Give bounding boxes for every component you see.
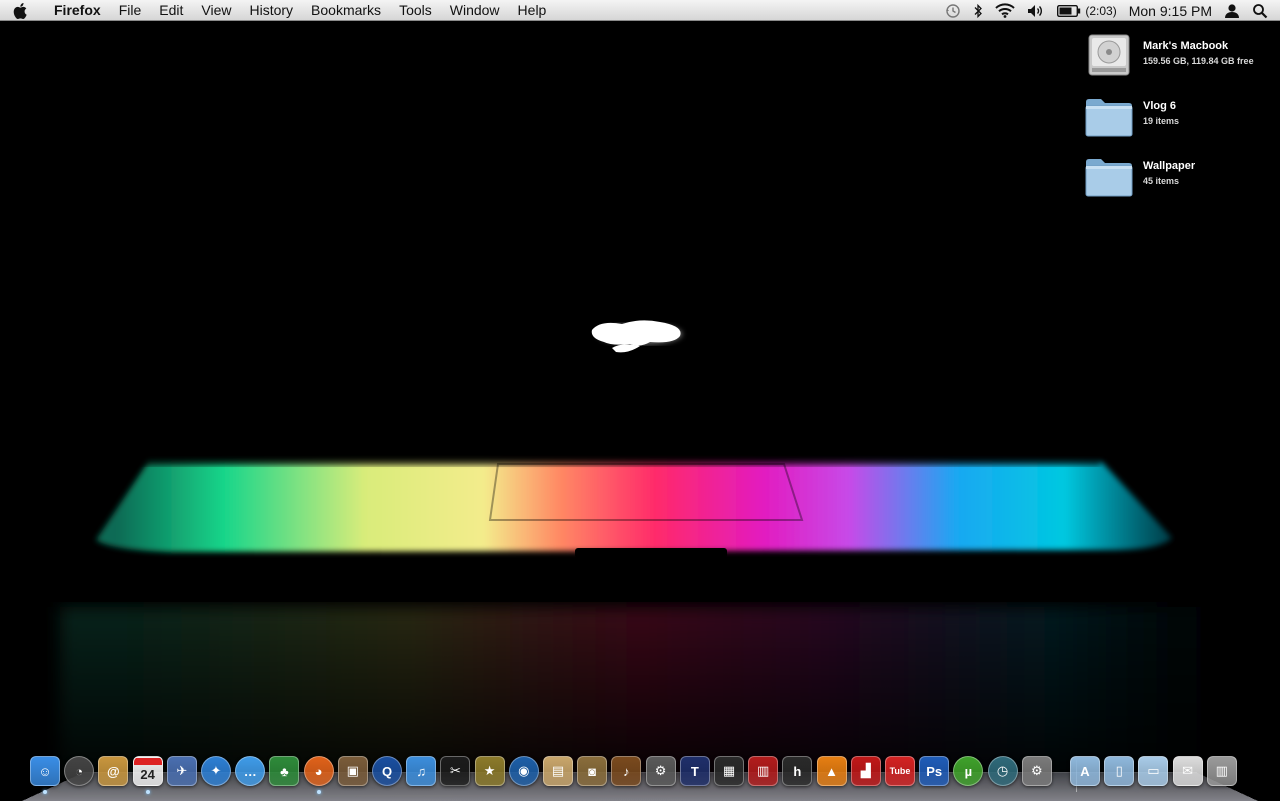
safari-icon[interactable]: ✦ xyxy=(201,756,231,786)
ical-day: 24 xyxy=(140,766,155,782)
user-icon[interactable] xyxy=(1224,0,1240,21)
livetype-icon[interactable]: T xyxy=(679,756,710,786)
mail-icon[interactable]: ✈ xyxy=(166,756,197,786)
menu-edit[interactable]: Edit xyxy=(150,0,192,21)
ical-header xyxy=(133,757,162,765)
preview-icon[interactable]: ▣ xyxy=(337,756,368,786)
vlc-icon[interactable]: ▲ xyxy=(816,756,847,786)
volume-icon[interactable] xyxy=(1027,0,1045,21)
menu-file[interactable]: File xyxy=(110,0,151,21)
desktop-icon-info: 19 items xyxy=(1143,116,1180,126)
dashboard-icon[interactable]: ◔ xyxy=(64,756,95,786)
photo-booth-icon[interactable]: ▦ xyxy=(714,756,744,786)
desktop-icon-info: 159.56 GB, 119.84 GB free xyxy=(1143,56,1254,66)
menu-view[interactable]: View xyxy=(192,0,240,21)
running-indicator xyxy=(145,790,150,794)
chair-icon[interactable]: ▟ xyxy=(850,756,881,786)
hard-drive-icon xyxy=(1082,30,1136,82)
front-row-icon[interactable]: ▥ xyxy=(748,756,779,786)
time-machine-icon[interactable]: ◷ xyxy=(987,756,1018,786)
dvd-player-icon[interactable]: ◉ xyxy=(508,756,539,786)
quicktime-icon[interactable]: Q xyxy=(372,756,402,786)
system-preferences-icon[interactable]: ⚙ xyxy=(1021,756,1052,786)
firefox-icon[interactable]: ◕ xyxy=(303,756,334,786)
trash-icon[interactable]: ▥ xyxy=(1206,756,1237,786)
desktop-icon-label: Vlog 6 xyxy=(1143,100,1177,112)
adium-icon[interactable]: ♣ xyxy=(269,756,300,786)
battery-icon[interactable] xyxy=(1057,0,1081,21)
menu-window[interactable]: Window xyxy=(441,0,509,21)
folder-icon xyxy=(1082,90,1136,142)
dock: ☺ ◔ @24 ✈ ✦… ♣ ◕ ▣ Q ♫ ✂ ★ ◉ ▤ ◙ ♪ ⚙ T ▦ ▥ h ▲ ▟ Tube Ps µ ◷ ⚙ A ▯ ▭ ✉ ▥ xyxy=(30,754,1260,794)
documents-folder-icon[interactable]: ▯ xyxy=(1104,756,1135,786)
address-book-icon[interactable]: @ xyxy=(98,756,129,786)
menu-help[interactable]: Help xyxy=(509,0,556,21)
battery-time-remaining: (2:03) xyxy=(1085,3,1117,18)
downloads-folder-icon[interactable]: ▭ xyxy=(1138,756,1169,786)
desktop-icon-vlog-6[interactable]: Vlog 6 19 items xyxy=(1082,90,1272,142)
time-machine-icon[interactable] xyxy=(945,0,961,21)
applications-folder-icon[interactable]: A xyxy=(1070,756,1100,786)
folder-icon xyxy=(1082,150,1136,202)
desktop-icon-hard-drive[interactable]: Mark's Macbook 159.56 GB, 119.84 GB free xyxy=(1082,30,1272,82)
app-menu-firefox[interactable]: Firefox xyxy=(40,0,110,21)
menu-bookmarks[interactable]: Bookmarks xyxy=(302,0,390,21)
iphoto-icon[interactable]: ◙ xyxy=(577,756,608,786)
menu-tools[interactable]: Tools xyxy=(390,0,441,21)
menu-bar: Firefox File Edit View History Bookmarks… xyxy=(0,0,1280,21)
utorrent-icon[interactable]: µ xyxy=(953,756,984,786)
ichat-icon[interactable]: … xyxy=(235,756,266,786)
mail-stack-icon[interactable]: ✉ xyxy=(1172,756,1203,786)
apple-menu-icon[interactable] xyxy=(0,0,40,21)
youtube-icon[interactable]: Tube xyxy=(885,756,915,786)
keynote-icon[interactable]: ▤ xyxy=(543,756,573,786)
final-cut-icon[interactable]: ✂ xyxy=(440,756,471,786)
desktop-icon-label: Mark's Macbook xyxy=(1143,40,1229,52)
itunes-icon[interactable]: ♫ xyxy=(406,756,437,786)
spotlight-icon[interactable] xyxy=(1252,0,1268,21)
menu-history[interactable]: History xyxy=(240,0,302,21)
desktop-icon-wallpaper[interactable]: Wallpaper 45 items xyxy=(1082,150,1272,202)
desktop-icon-label: Wallpaper xyxy=(1143,160,1196,172)
finder-icon[interactable]: ☺ xyxy=(30,756,60,786)
bluetooth-icon[interactable] xyxy=(973,0,983,21)
compressor-icon[interactable]: ⚙ xyxy=(645,756,676,786)
running-indicator xyxy=(316,790,321,794)
ical-icon[interactable]: 24 xyxy=(132,756,163,786)
garageband-icon[interactable]: ♪ xyxy=(611,756,642,786)
desktop-icon-info: 45 items xyxy=(1143,176,1180,186)
menubar-clock[interactable]: Mon 9:15 PM xyxy=(1129,0,1212,21)
running-indicator xyxy=(43,790,47,794)
photoshop-icon[interactable]: Ps xyxy=(919,756,950,786)
imovie-icon[interactable]: ★ xyxy=(474,756,505,786)
hulu-desktop-icon[interactable]: h xyxy=(782,756,813,786)
wifi-icon[interactable] xyxy=(995,0,1016,21)
